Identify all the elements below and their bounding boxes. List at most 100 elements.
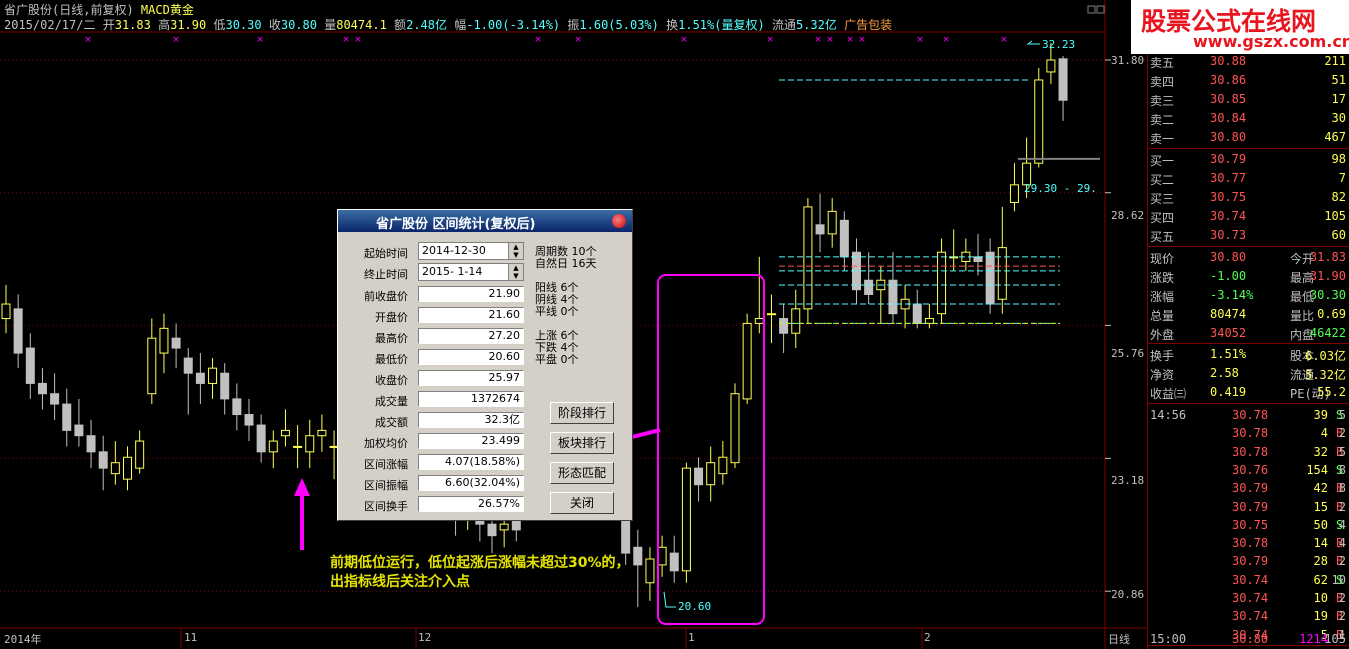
sector-rank-button[interactable]: 板块排行 (550, 432, 614, 454)
tick-price: 30.78 (1232, 426, 1269, 441)
tick-time: 15:00 (1150, 632, 1187, 646)
signal-marker: × (342, 35, 350, 45)
quote-value: 2.58 (1210, 366, 1239, 380)
stat-value: 4.07(18.58%) (418, 454, 524, 470)
start-time-picker[interactable]: 2014-12-30 ▲ ▼ (418, 242, 524, 260)
y-axis-label: 31.80 (1111, 54, 1145, 67)
quote-row: 现价 30.80 今开 31.83 (1148, 248, 1349, 267)
candle-body (827, 210, 837, 235)
tick-row: 15:00 30.80 1214 105 (1148, 630, 1349, 648)
signal-marker: × (846, 35, 854, 45)
candle-body (657, 546, 667, 566)
x-axis-label: 2 (924, 631, 931, 644)
close-icon[interactable] (612, 214, 626, 228)
flat-count: 平线 0个 (535, 305, 579, 318)
quote-label: 总量 (1150, 309, 1175, 323)
stat-value: 21.90 (418, 286, 524, 302)
level-volume: 98 (1331, 152, 1346, 166)
level-label: 买三 (1150, 192, 1175, 206)
signal-marker: × (858, 35, 866, 45)
quote-value: 0.69 (1317, 307, 1346, 321)
tick-volume: 42 (1313, 481, 1328, 496)
stat-label: 成交额 (375, 416, 408, 429)
stage-rank-button[interactable]: 阶段排行 (550, 402, 614, 424)
level-price: 30.75 (1210, 190, 1247, 204)
stat-label: 开盘价 (375, 311, 408, 324)
quote-label: 涨幅 (1150, 290, 1175, 304)
spinner-icon[interactable]: ▲ ▼ (508, 264, 523, 280)
buy-level-1: 买一 30.79 98 (1148, 150, 1349, 169)
sell-level-2: 卖二 30.84 30 (1148, 109, 1349, 128)
stat-value: 23.499 (418, 433, 524, 449)
high-arrow (1026, 40, 1040, 45)
candle-body (25, 347, 35, 384)
level-volume: 467 (1324, 130, 1346, 144)
candle-body (997, 247, 1007, 300)
x-axis-label: 1 (688, 631, 695, 644)
tick-count: 2 (1338, 609, 1346, 624)
end-time-label: 终止时间 (364, 268, 408, 281)
yin-count: 阴线 4个 (535, 293, 579, 306)
candle-body (839, 219, 849, 258)
tick-time: 14:56 (1150, 408, 1187, 422)
y-axis-label: 20.86 (1111, 588, 1145, 601)
tick-price: 30.74 (1232, 591, 1269, 605)
stat-label: 前收盘价 (364, 290, 408, 303)
candle-body (1009, 184, 1019, 203)
quote-row: 收益㈢ 0.419 PE(动) 55.2 (1148, 383, 1349, 402)
level-label: 卖五 (1150, 56, 1175, 70)
tick-price: 30.78 (1232, 536, 1269, 551)
tick-row: 30.79 42 B 8 (1148, 479, 1349, 497)
quote-label: 换手 (1150, 349, 1175, 363)
candle-body (1046, 59, 1056, 73)
candle-body (681, 467, 691, 572)
period-label[interactable]: 日线 (1108, 631, 1130, 647)
tick-volume: 4 (1320, 426, 1328, 441)
candle-body (766, 313, 776, 316)
dialog-title-bar[interactable]: 省广股份 区间统计(复权后) (338, 210, 632, 232)
tick-row: 14:56 30.78 39 S 5 (1148, 406, 1349, 424)
candle-body (220, 372, 230, 400)
interval-stats-dialog[interactable]: 省广股份 区间统计(复权后) 起始时间 2014-12-30 ▲ ▼ 终止时间 20… (337, 209, 633, 521)
window-button (1087, 5, 1096, 14)
candle-body (256, 424, 266, 453)
pattern-match-button[interactable]: 形态匹配 (550, 462, 614, 484)
candle-body (50, 393, 60, 405)
signal-marker: × (826, 35, 834, 45)
candle-body (669, 552, 679, 572)
divider (1148, 246, 1349, 247)
spinner-icon[interactable]: ▲ ▼ (508, 243, 523, 259)
candle-body (815, 224, 825, 235)
stat-value: 26.57% (418, 496, 524, 512)
candle-body (13, 308, 23, 354)
level-volume: 211 (1324, 54, 1346, 68)
candle-body (317, 429, 327, 437)
tick-price: 30.74 (1232, 609, 1269, 624)
candle-body (268, 440, 278, 453)
candle-body (110, 462, 120, 475)
level-price: 30.86 (1210, 73, 1247, 87)
quote-label: 外盘 (1150, 328, 1175, 342)
candle-body (1, 303, 11, 320)
quote-row: 外盘 34052 内盘 46422 (1148, 324, 1349, 343)
quote-label: 涨跌 (1150, 271, 1175, 285)
tick-count: 5 (1338, 408, 1346, 422)
tick-price: 30.79 (1232, 481, 1269, 496)
stat-value: 27.20 (418, 328, 524, 344)
tick-row: 30.74 62 S 10 (1148, 571, 1349, 589)
signal-marker: × (574, 35, 582, 45)
candle-body (1058, 58, 1068, 101)
stat-value: 25.97 (418, 370, 524, 386)
stat-label: 区间涨幅 (364, 458, 408, 471)
tick-count: 5 (1338, 444, 1346, 459)
candle-body (37, 382, 47, 395)
level-label: 买五 (1150, 230, 1175, 244)
x-axis-label: 11 (184, 631, 198, 644)
level-volume: 30 (1331, 111, 1346, 125)
quote-value: 5.32亿 (1305, 368, 1346, 382)
start-time-value: 2014-12-30 (422, 244, 486, 257)
close-button[interactable]: 关闭 (550, 492, 614, 514)
site-logo: 股票公式在线网 www.gszx.com.cn (1131, 0, 1349, 54)
end-time-picker[interactable]: 2015- 1-14 ▲ ▼ (418, 263, 524, 281)
candle-body (135, 440, 145, 469)
